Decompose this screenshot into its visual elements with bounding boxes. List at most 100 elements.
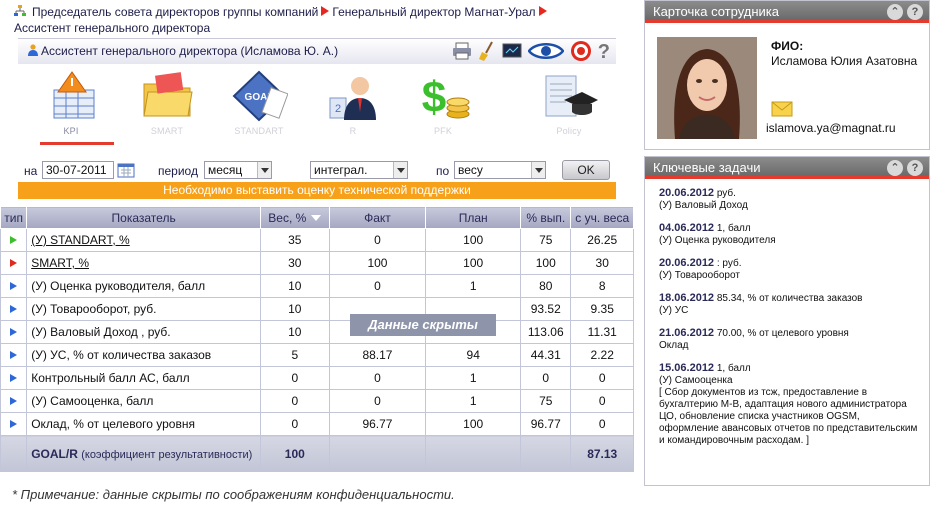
task-date: 20.06.2012 (659, 187, 715, 199)
task-header: 20.06.2012 : руб. (659, 257, 921, 270)
goal-row: GOAL/R (коэффициент результативности) 100… (0, 435, 634, 472)
breadcrumb-item-assistant[interactable]: Ассистент генерального директора (14, 21, 210, 35)
task-date: 15.06.2012 (659, 362, 715, 374)
col-indicator[interactable]: Показатель (26, 206, 262, 229)
collapse-icon[interactable]: ⌃ (887, 4, 903, 20)
eye-icon[interactable] (527, 41, 565, 64)
key-tasks-panel: Ключевые задачи ⌃ ? 20.06.2012 руб. (У) В… (644, 156, 930, 486)
table-row[interactable]: (У) STANDART, % 35 0 100 75 26.25 (0, 228, 634, 252)
cell-pct: 75 (520, 228, 572, 252)
task-item[interactable]: 20.06.2012 руб. (У) Валовый Доход (659, 187, 921, 212)
cell-pct: 96.77 (520, 412, 572, 436)
breadcrumb-arrow-icon (538, 6, 547, 16)
broom-icon[interactable] (478, 41, 496, 64)
warning-banner[interactable]: Необходимо выставить оценку технической … (18, 182, 616, 199)
by-select[interactable]: весу (454, 161, 546, 179)
cell-weight: 10 (260, 320, 330, 344)
row-type-cell (0, 297, 28, 321)
indicator-label: (У) УС, % от количества заказов (31, 348, 212, 362)
goal-label-cell: GOAL/R (коэффициент результативности) (26, 435, 262, 472)
cell-weight: 0 (260, 366, 330, 390)
task-item[interactable]: 15.06.2012 1, балл (У) Самооценка[ Сбор д… (659, 362, 921, 447)
col-pct[interactable]: % вып. (520, 206, 572, 229)
task-unit: % от целевого уровня (747, 328, 849, 339)
row-type-cell (0, 389, 28, 413)
cell-fact: 88.17 (328, 343, 427, 367)
printer-icon[interactable] (452, 42, 472, 63)
table-row[interactable]: Оклад, % от целевого уровня 0 96.77 100 96.7… (0, 412, 634, 436)
help-icon[interactable]: ? (907, 160, 923, 176)
tab-policy[interactable]: Policy (524, 66, 614, 142)
table-row[interactable]: (У) Валовый Доход , руб. 10 113.06 11.31 (0, 320, 634, 344)
screen-icon[interactable] (502, 42, 522, 63)
svg-text:$: $ (422, 73, 446, 122)
table-row[interactable]: (У) Самооценка, балл 0 0 1 75 0 (0, 389, 634, 413)
task-item[interactable]: 04.06.2012 1, балл (У) Оценка руководител… (659, 222, 921, 247)
breadcrumb: Председатель совета директоров группы ко… (14, 4, 574, 36)
indicator-link[interactable]: SMART, % (31, 256, 89, 270)
cell-weighted: 0 (570, 389, 634, 413)
col-type[interactable]: тип (0, 206, 28, 229)
cell-name: (У) Самооценка, балл (26, 389, 262, 413)
tab-pfk-label: PFK (433, 126, 453, 136)
blue-triangle-icon (10, 305, 18, 313)
table-row[interactable]: (У) УС, % от количества заказов 5 88.17 94 4… (0, 343, 634, 367)
task-date: 20.06.2012 (659, 257, 715, 269)
task-header: 04.06.2012 1, балл (659, 222, 921, 235)
tab-kpi[interactable]: KPI (26, 66, 116, 145)
hidden-data-banner: Данные скрыты (350, 314, 496, 336)
date-input[interactable]: 30-07-2011 (42, 161, 114, 179)
table-row[interactable]: SMART, % 30 100 100 100 30 (0, 251, 634, 275)
tab-r[interactable]: 2 R (308, 66, 398, 142)
period-select[interactable]: месяц (204, 161, 272, 179)
goal-label: GOAL/R (31, 446, 78, 461)
table-row[interactable]: (У) Товарооборот, руб. 10 93.52 9.35 (0, 297, 634, 321)
help-icon[interactable]: ? (598, 41, 610, 64)
calendar-icon[interactable] (117, 162, 135, 181)
cell-weighted: 9.35 (570, 297, 634, 321)
indicator-label: (У) Оценка руководителя, балл (31, 279, 206, 293)
cell-plan: 1 (425, 366, 522, 390)
table-row[interactable]: (У) Оценка руководителя, балл 10 0 1 80 8 (0, 274, 634, 298)
tab-r-label: R (349, 126, 357, 136)
col-fact[interactable]: Факт (328, 206, 427, 229)
task-item[interactable]: 20.06.2012 : руб. (У) Товарооборот (659, 257, 921, 282)
module-tabs: KPI SMART GOAL STANDART 2 R $ PFK Policy (18, 66, 616, 145)
help-icon[interactable]: ? (907, 4, 923, 20)
cell-pct: 44.31 (520, 343, 572, 367)
employee-email[interactable]: islamova.ya@magnat.ru (766, 121, 896, 135)
user-bar: Ассистент генерального директора (Исламо… (18, 38, 616, 64)
dollar-coins-icon: $ (422, 73, 470, 122)
task-name: (У) Валовый Доход (659, 200, 748, 211)
collapse-icon[interactable]: ⌃ (887, 160, 903, 176)
task-item[interactable]: 21.06.2012 70.00, % от целевого уровня Ок… (659, 327, 921, 352)
table-row[interactable]: Контрольный балл АС, балл 0 0 1 0 0 (0, 366, 634, 390)
ok-button[interactable]: OK (562, 160, 610, 180)
tab-smart[interactable]: SMART (122, 66, 212, 142)
mode-select[interactable]: интеграл. (310, 161, 408, 179)
tab-standart[interactable]: GOAL STANDART (214, 66, 304, 142)
col-weight[interactable]: Вес, % (260, 206, 330, 229)
by-value: весу (458, 163, 483, 177)
breadcrumb-item-chairman[interactable]: Председатель совета директоров группы ко… (32, 5, 318, 19)
mail-icon[interactable] (771, 101, 793, 120)
indicator-link[interactable]: (У) STANDART, % (31, 233, 130, 247)
breadcrumb-item-ceo[interactable]: Генеральный директор Магнат-Урал (332, 5, 535, 19)
svg-text:2: 2 (335, 103, 341, 115)
target-icon[interactable] (570, 40, 592, 65)
col-weighted[interactable]: с уч. веса (570, 206, 634, 229)
row-type-cell (0, 412, 28, 436)
tab-pfk[interactable]: $ PFK (398, 66, 488, 142)
cell-plan: 1 (425, 389, 522, 413)
side-panels: Карточка сотрудника ⌃ ? ФИО: Исламова Юл… (644, 0, 932, 512)
task-item[interactable]: 18.06.2012 85.34, % от количества заказо… (659, 292, 921, 317)
cell-weight: 30 (260, 251, 330, 275)
main-area: Председатель совета директоров группы ко… (0, 0, 636, 512)
card-title: Карточка сотрудника (653, 4, 780, 19)
user-name: Ассистент генерального директора (Исламо… (41, 44, 339, 58)
toolbar: ? (452, 39, 610, 65)
tab-kpi-label: KPI (63, 126, 79, 136)
cell-name: SMART, % (26, 251, 262, 275)
task-date: 21.06.2012 (659, 327, 715, 339)
col-plan[interactable]: План (425, 206, 522, 229)
